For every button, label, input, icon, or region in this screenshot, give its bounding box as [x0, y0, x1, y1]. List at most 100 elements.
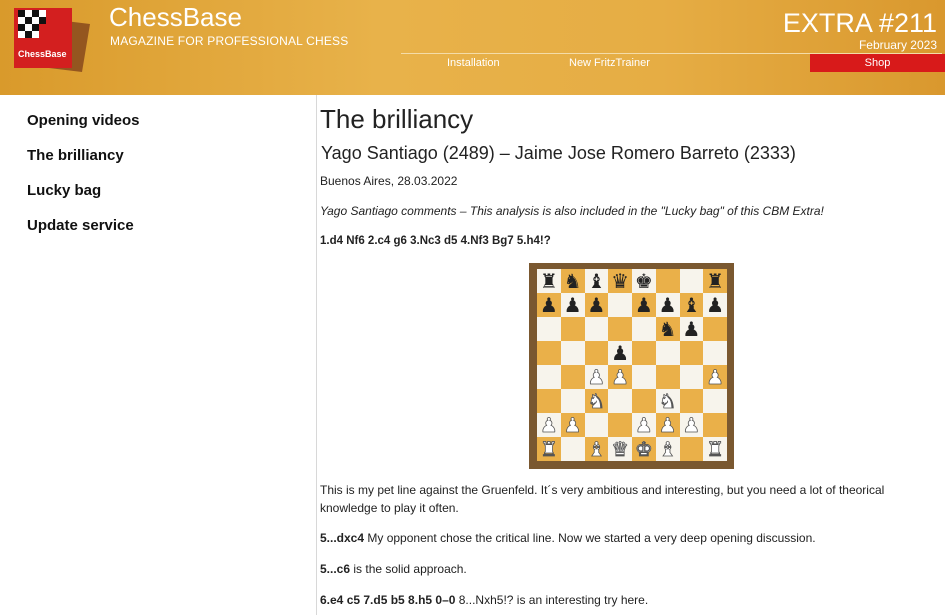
square-b6[interactable]: [560, 317, 585, 341]
black-pawn-icon[interactable]: ♟: [564, 293, 582, 317]
black-pawn-icon[interactable]: ♟: [682, 317, 700, 341]
white-bishop-icon[interactable]: ♝: [587, 437, 606, 462]
white-knight-icon[interactable]: ♞: [658, 389, 677, 414]
square-e5[interactable]: [632, 341, 656, 365]
square-h8[interactable]: ♜: [703, 269, 727, 293]
square-a8[interactable]: ♜: [537, 269, 561, 293]
square-e3[interactable]: [632, 389, 656, 413]
square-d2[interactable]: [608, 413, 632, 437]
square-c8[interactable]: ♝: [584, 269, 609, 293]
square-b1[interactable]: [560, 437, 585, 461]
square-d4[interactable]: ♟: [608, 365, 632, 389]
sidebar-item-lucky-bag[interactable]: Lucky bag: [27, 182, 101, 199]
square-d1[interactable]: ♛: [608, 437, 632, 461]
chessbase-logo[interactable]: ChessBase: [10, 6, 96, 76]
square-b8[interactable]: ♞: [560, 269, 585, 293]
square-e4[interactable]: [632, 365, 656, 389]
sidebar-item-opening-videos[interactable]: Opening videos: [27, 112, 140, 129]
square-c6[interactable]: [584, 317, 609, 341]
black-bishop-icon[interactable]: ♝: [682, 293, 700, 317]
black-pawn-icon[interactable]: ♟: [659, 293, 677, 317]
white-king-icon[interactable]: ♚: [635, 437, 654, 462]
white-pawn-icon[interactable]: ♟: [706, 365, 725, 390]
white-pawn-icon[interactable]: ♟: [682, 413, 701, 438]
square-g5[interactable]: [679, 341, 704, 365]
white-rook-icon[interactable]: ♜: [540, 437, 559, 462]
square-b5[interactable]: [560, 341, 585, 365]
square-c7[interactable]: ♟: [584, 293, 609, 317]
square-a1[interactable]: ♜: [537, 437, 561, 461]
square-g3[interactable]: [679, 389, 704, 413]
square-a5[interactable]: [537, 341, 561, 365]
white-rook-icon[interactable]: ♜: [706, 437, 725, 462]
nav-installation[interactable]: Installation: [447, 57, 500, 69]
square-d5[interactable]: ♟: [608, 341, 632, 365]
square-f6[interactable]: ♞: [655, 317, 680, 341]
square-a6[interactable]: [537, 317, 561, 341]
nav-new-fritztrainer[interactable]: New FritzTrainer: [569, 57, 650, 69]
square-g4[interactable]: [679, 365, 704, 389]
square-f1[interactable]: ♝: [655, 437, 680, 462]
black-bishop-icon[interactable]: ♝: [587, 269, 605, 293]
square-h6[interactable]: [703, 317, 727, 341]
square-h5[interactable]: [703, 341, 727, 365]
square-d8[interactable]: ♛: [608, 269, 632, 293]
square-a2[interactable]: ♟: [537, 413, 561, 437]
white-bishop-icon[interactable]: ♝: [658, 437, 677, 462]
white-pawn-icon[interactable]: ♟: [587, 365, 606, 390]
square-h2[interactable]: [703, 413, 727, 437]
square-c3[interactable]: ♞: [584, 389, 609, 414]
square-c1[interactable]: ♝: [584, 437, 609, 462]
black-pawn-icon[interactable]: ♟: [635, 293, 653, 317]
square-a4[interactable]: [537, 365, 561, 389]
white-pawn-icon[interactable]: ♟: [540, 413, 559, 438]
black-pawn-icon[interactable]: ♟: [706, 293, 724, 317]
square-g6[interactable]: ♟: [679, 317, 704, 341]
white-knight-icon[interactable]: ♞: [587, 389, 606, 414]
black-rook-icon[interactable]: ♜: [706, 269, 724, 293]
square-d6[interactable]: [608, 317, 632, 341]
black-knight-icon[interactable]: ♞: [659, 317, 677, 341]
square-f4[interactable]: [655, 365, 680, 389]
square-d7[interactable]: [608, 293, 632, 317]
white-pawn-icon[interactable]: ♟: [563, 413, 582, 438]
square-g1[interactable]: [679, 437, 704, 461]
square-e1[interactable]: ♚: [632, 437, 656, 461]
square-d3[interactable]: [608, 389, 632, 413]
white-pawn-icon[interactable]: ♟: [658, 413, 677, 438]
square-e6[interactable]: [632, 317, 656, 341]
square-b4[interactable]: [560, 365, 585, 389]
square-c2[interactable]: [584, 413, 609, 437]
black-king-icon[interactable]: ♚: [635, 269, 653, 293]
black-pawn-icon[interactable]: ♟: [540, 293, 558, 317]
square-c5[interactable]: [584, 341, 609, 365]
square-f5[interactable]: [655, 341, 680, 365]
black-pawn-icon[interactable]: ♟: [587, 293, 605, 317]
shop-button[interactable]: Shop: [810, 54, 945, 72]
square-e8[interactable]: ♚: [632, 269, 656, 293]
black-pawn-icon[interactable]: ♟: [611, 341, 629, 365]
white-pawn-icon[interactable]: ♟: [635, 413, 654, 438]
square-g7[interactable]: ♝: [679, 293, 704, 317]
square-b7[interactable]: ♟: [560, 293, 585, 317]
square-a3[interactable]: [537, 389, 561, 413]
square-h4[interactable]: ♟: [703, 365, 727, 389]
square-h1[interactable]: ♜: [703, 437, 727, 461]
square-b2[interactable]: ♟: [560, 413, 585, 438]
square-b3[interactable]: [560, 389, 585, 413]
black-rook-icon[interactable]: ♜: [540, 269, 558, 293]
square-a7[interactable]: ♟: [537, 293, 561, 317]
square-h7[interactable]: ♟: [703, 293, 727, 317]
black-knight-icon[interactable]: ♞: [564, 269, 582, 293]
white-pawn-icon[interactable]: ♟: [611, 365, 630, 390]
square-g2[interactable]: ♟: [679, 413, 704, 438]
square-f8[interactable]: [655, 269, 680, 293]
square-e7[interactable]: ♟: [632, 293, 656, 317]
square-f2[interactable]: ♟: [655, 413, 680, 438]
square-f7[interactable]: ♟: [655, 293, 680, 317]
sidebar-item-the-brilliancy[interactable]: The brilliancy: [27, 147, 124, 164]
white-queen-icon[interactable]: ♛: [611, 437, 630, 462]
square-c4[interactable]: ♟: [584, 365, 609, 390]
sidebar-item-update-service[interactable]: Update service: [27, 217, 134, 234]
square-g8[interactable]: [679, 269, 704, 293]
